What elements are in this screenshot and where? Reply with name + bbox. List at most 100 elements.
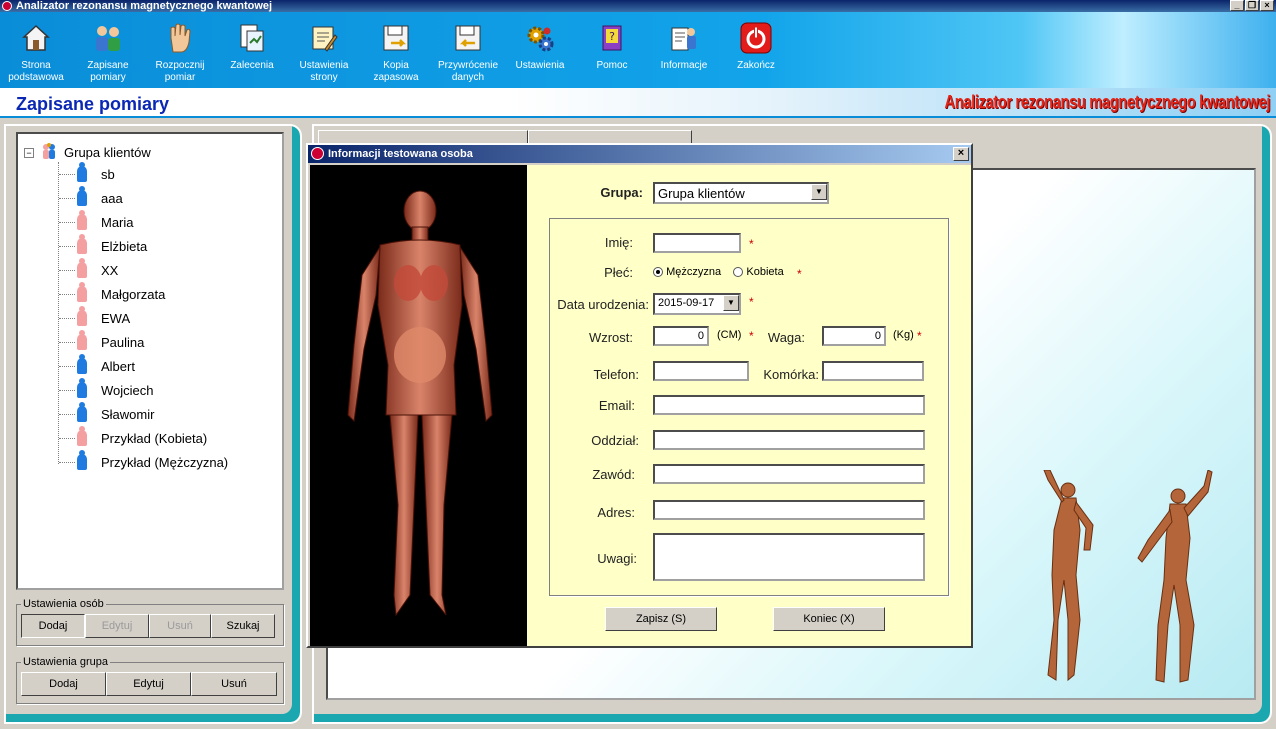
toolbar-help[interactable]: ? Pomoc [576,12,648,88]
tree-item[interactable]: Elżbieta [59,234,228,258]
close-window-button[interactable]: × [1260,0,1274,11]
toolbar-label: Pomoc [596,60,628,71]
weight-input[interactable]: 0 [822,326,886,346]
toolbar-information[interactable]: Informacje [648,12,720,88]
tree-item-label: XX [101,262,119,278]
dialog-title: Informacji testowana osoba [328,148,473,160]
female-person-icon [77,282,87,302]
toolbar-label: Ustawienia strony [299,60,349,83]
app-icon [2,1,12,11]
chevron-down-icon[interactable]: ▼ [811,184,827,200]
phone-label: Telefon: [593,367,639,382]
main-toolbar: Strona podstawowa Zapisane pomiary Rozpo… [0,12,1276,88]
tree-item-label: aaa [101,190,123,206]
tree-item[interactable]: Małgorzata [59,282,228,306]
profession-input[interactable] [653,464,925,484]
tree-item[interactable]: Sławomir [59,402,228,426]
gender-female-label: Kobieta [746,266,784,278]
department-label: Oddział: [591,433,639,448]
tree-item-label: Wojciech [101,382,154,398]
female-person-icon [77,330,87,350]
notes-textarea[interactable] [653,533,925,581]
male-person-icon [77,354,87,374]
birthdate-label: Data urodzenia: [557,297,649,312]
add-group-button[interactable]: Dodaj [21,672,106,696]
tree-item[interactable]: Wojciech [59,378,228,402]
tree-item-label: Elżbieta [101,238,148,254]
dialog-titlebar: Informacji testowana osoba × [308,145,971,163]
address-label: Adres: [597,505,635,520]
toolbar-saved-measurements[interactable]: Zapisane pomiary [72,12,144,88]
gender-male-radio[interactable] [653,267,663,278]
tree-root[interactable]: − Grupa klientów [24,142,151,163]
toolbar-start-measurement[interactable]: Rozpocznij pomiar [144,12,216,88]
tree-item[interactable]: Albert [59,354,228,378]
toolbar-settings[interactable]: Ustawienia [504,12,576,88]
phone-input[interactable] [653,361,749,381]
edit-person-button[interactable]: Edytuj [85,614,149,638]
department-input[interactable] [653,430,925,450]
tree-item[interactable]: aaa [59,186,228,210]
male-person-icon [77,450,87,470]
male-person-icon [77,162,87,182]
add-person-button[interactable]: Dodaj [21,614,85,638]
restore-button[interactable]: ❐ [1245,0,1259,11]
tree-item[interactable]: Maria [59,210,228,234]
tree-item-label: Sławomir [101,406,155,422]
delete-person-button[interactable]: Usuń [149,614,211,638]
male-person-icon [77,186,87,206]
required-mark: * [797,267,802,281]
collapse-icon[interactable]: − [24,147,34,158]
email-input[interactable] [653,395,925,415]
tree-item[interactable]: Paulina [59,330,228,354]
tree-items: sb aaa Maria Elżbieta XX Małgorzata EWA Paulina… [58,162,228,470]
tree-item[interactable]: Przykład (Kobieta) [59,426,228,450]
person-info-dialog: Informacji testowana osoba × Grupa: Grup… [306,143,973,648]
height-input[interactable]: 0 [653,326,709,346]
toolbar-recommendations[interactable]: Zalecenia [216,12,288,88]
person-settings-group: Ustawienia osób Dodaj Edytuj Usuń Szukaj [16,598,284,646]
gender-male-label: Mężczyzna [666,266,722,278]
female-person-icon [77,426,87,446]
email-label: Email: [598,398,635,413]
tree-item[interactable]: EWA [59,306,228,330]
client-tree[interactable]: − Grupa klientów sb aaa Maria Elżbieta XX Mał… [16,132,284,590]
gender-female-radio[interactable] [733,267,744,278]
minimize-button[interactable]: _ [1230,0,1244,11]
female-person-icon [77,258,87,278]
close-dialog-button[interactable]: Koniec (X) [773,607,885,631]
toolbar-backup[interactable]: Kopia zapasowa [360,12,432,88]
group-select[interactable]: Grupa klientów ▼ [653,182,829,204]
tree-item-label: sb [101,166,115,182]
calendar-dropdown-icon[interactable]: ▼ [723,295,739,311]
tree-item-label: EWA [101,310,131,326]
female-person-icon [77,234,87,254]
help-book-icon: ? [594,20,630,56]
toolbar-label: Strona podstawowa [8,60,64,83]
tree-item[interactable]: XX [59,258,228,282]
toolbar-exit[interactable]: Zakończ [720,12,792,88]
birthdate-input[interactable]: 2015-09-17 ▼ [653,293,741,315]
edit-group-button[interactable]: Edytuj [106,672,191,696]
tree-item[interactable]: Przykład (Mężczyzna) [59,450,228,474]
dialog-close-button[interactable]: × [953,147,969,161]
tree-item[interactable]: sb [59,162,228,186]
tree-item-label: Maria [101,214,134,230]
gender-options: Mężczyzna Kobieta [653,266,784,278]
delete-group-button[interactable]: Usuń [191,672,277,696]
male-person-icon [77,402,87,422]
toolbar-restore[interactable]: Przywrócenie danych [432,12,504,88]
toolbar-page-settings[interactable]: Ustawienia strony [288,12,360,88]
mobile-input[interactable] [822,361,924,381]
first-name-input[interactable] [653,233,741,253]
gender-label: Płeć: [604,265,633,280]
person-settings-legend: Ustawienia osób [23,598,104,610]
address-input[interactable] [653,500,925,520]
search-person-button[interactable]: Szukaj [211,614,275,638]
toolbar-home[interactable]: Strona podstawowa [0,12,72,88]
page-settings-icon [306,20,342,56]
toolbar-label: Przywrócenie danych [437,60,499,83]
save-button[interactable]: Zapisz (S) [605,607,717,631]
window-titlebar: Analizator rezonansu magnetycznego kwant… [0,0,1276,12]
tree-root-label: Grupa klientów [64,145,151,160]
